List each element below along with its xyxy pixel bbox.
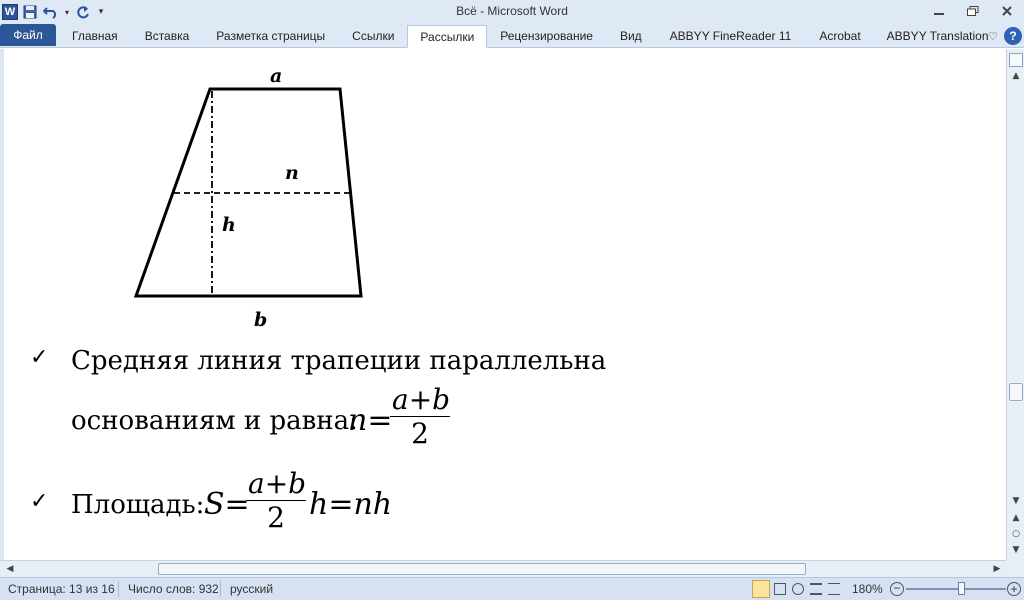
scroll-up-icon[interactable]: ▲ xyxy=(1009,69,1023,83)
tab-file[interactable]: Файл xyxy=(0,24,56,46)
horizontal-scrollbar[interactable]: ◀ ▶ xyxy=(0,560,1006,577)
status-bar: Страница: 13 из 16 Число слов: 932 русск… xyxy=(0,577,1024,600)
page-count[interactable]: Страница: 13 из 16 xyxy=(8,582,115,596)
fraction-denominator: 2 xyxy=(267,501,285,534)
n-formula-lhs: n= xyxy=(348,403,393,438)
minimize-ribbon-icon[interactable]: ♡ xyxy=(986,29,1000,43)
close-icon[interactable] xyxy=(990,0,1024,22)
tab-acrobat[interactable]: Acrobat xyxy=(805,24,874,47)
window-title: Всё - Microsoft Word xyxy=(456,4,568,18)
tab-view[interactable]: Вид xyxy=(606,24,656,47)
next-page-icon[interactable]: ▼ xyxy=(1009,543,1023,557)
label-h: h xyxy=(222,214,236,236)
scroll-corner xyxy=(1006,560,1024,577)
ribbon-right-controls: ♡ ? xyxy=(986,26,1022,46)
vertical-scroll-thumb[interactable] xyxy=(1009,383,1023,401)
s-formula-fraction: a+b 2 xyxy=(246,467,306,534)
title-bar: W ▾ ▾ Всё - Microsoft Word xyxy=(0,0,1024,24)
s-formula-rhs: h=nh xyxy=(309,487,393,522)
help-icon[interactable]: ? xyxy=(1004,27,1022,45)
zoom-level[interactable]: 180% xyxy=(852,582,883,596)
tab-home[interactable]: Главная xyxy=(56,24,132,47)
draft-view-icon[interactable] xyxy=(828,583,840,595)
bullet1-line2: основаниям и равна: xyxy=(71,406,358,436)
redo-icon[interactable] xyxy=(74,3,92,21)
tab-abbyy-translation[interactable]: ABBYY Translation xyxy=(875,24,1001,47)
status-separator xyxy=(220,581,221,597)
checkmark-icon: ✓ xyxy=(30,489,49,514)
zoom-out-icon[interactable]: − xyxy=(890,582,904,596)
fraction-numerator: a+b xyxy=(390,383,451,417)
fraction-denominator: 2 xyxy=(411,417,429,450)
minimize-icon[interactable] xyxy=(922,0,956,22)
bullet1-line1: Средняя линия трапеции параллельна xyxy=(71,346,607,376)
full-screen-reading-icon[interactable] xyxy=(774,583,786,595)
zoom-slider-thumb[interactable] xyxy=(958,582,965,595)
restore-icon[interactable] xyxy=(956,0,990,22)
tab-references[interactable]: Ссылки xyxy=(339,24,407,47)
tab-mailings[interactable]: Рассылки xyxy=(407,25,488,48)
print-layout-icon[interactable] xyxy=(752,580,770,598)
tab-abbyy-finereader[interactable]: ABBYY FineReader 11 xyxy=(656,24,806,47)
n-formula-fraction: a+b 2 xyxy=(390,383,450,450)
quick-access-toolbar: W ▾ ▾ xyxy=(2,2,107,22)
previous-page-icon[interactable]: ▲ xyxy=(1009,511,1023,525)
ribbon-tabs: Файл Главная Вставка Разметка страницы С… xyxy=(0,24,1024,48)
scroll-left-icon[interactable]: ◀ xyxy=(3,562,17,576)
word-count[interactable]: Число слов: 932 xyxy=(128,582,219,596)
word-logo-icon[interactable]: W xyxy=(2,4,18,20)
language[interactable]: русский xyxy=(230,582,273,596)
tab-page-layout[interactable]: Разметка страницы xyxy=(202,24,339,47)
zoom-slider[interactable] xyxy=(906,588,1006,590)
label-a: a xyxy=(270,65,283,87)
vertical-scrollbar[interactable]: ▲ ▼ ▲ ○ ▼ xyxy=(1006,49,1024,560)
outline-view-icon[interactable] xyxy=(810,583,822,595)
window-controls xyxy=(922,0,1024,24)
document-page[interactable]: a n h b ✓ Средняя линия трапеции паралле… xyxy=(0,49,1006,560)
tab-review[interactable]: Рецензирование xyxy=(487,24,606,47)
undo-icon[interactable] xyxy=(42,3,60,21)
trapezoid-figure xyxy=(133,87,363,298)
ruler-toggle-icon[interactable] xyxy=(1009,53,1023,67)
save-icon[interactable] xyxy=(21,3,39,21)
browse-object-icon[interactable]: ○ xyxy=(1009,527,1023,541)
fraction-numerator: a+b xyxy=(246,467,307,501)
customize-toolbar-icon[interactable]: ▾ xyxy=(95,3,107,21)
web-layout-icon[interactable] xyxy=(792,583,804,595)
tab-insert[interactable]: Вставка xyxy=(132,24,203,47)
zoom-in-icon[interactable]: + xyxy=(1007,582,1021,596)
label-n: n xyxy=(285,162,299,184)
horizontal-scroll-thumb[interactable] xyxy=(158,563,806,575)
scroll-right-icon[interactable]: ▶ xyxy=(990,562,1004,576)
s-formula-lhs: S= xyxy=(204,487,250,522)
status-separator xyxy=(118,581,119,597)
bullet2-prefix: Площадь: xyxy=(71,490,205,520)
label-b: b xyxy=(254,309,268,331)
checkmark-icon: ✓ xyxy=(30,345,49,370)
undo-dropdown-icon[interactable]: ▾ xyxy=(63,3,71,21)
scroll-down-icon[interactable]: ▼ xyxy=(1009,494,1023,508)
